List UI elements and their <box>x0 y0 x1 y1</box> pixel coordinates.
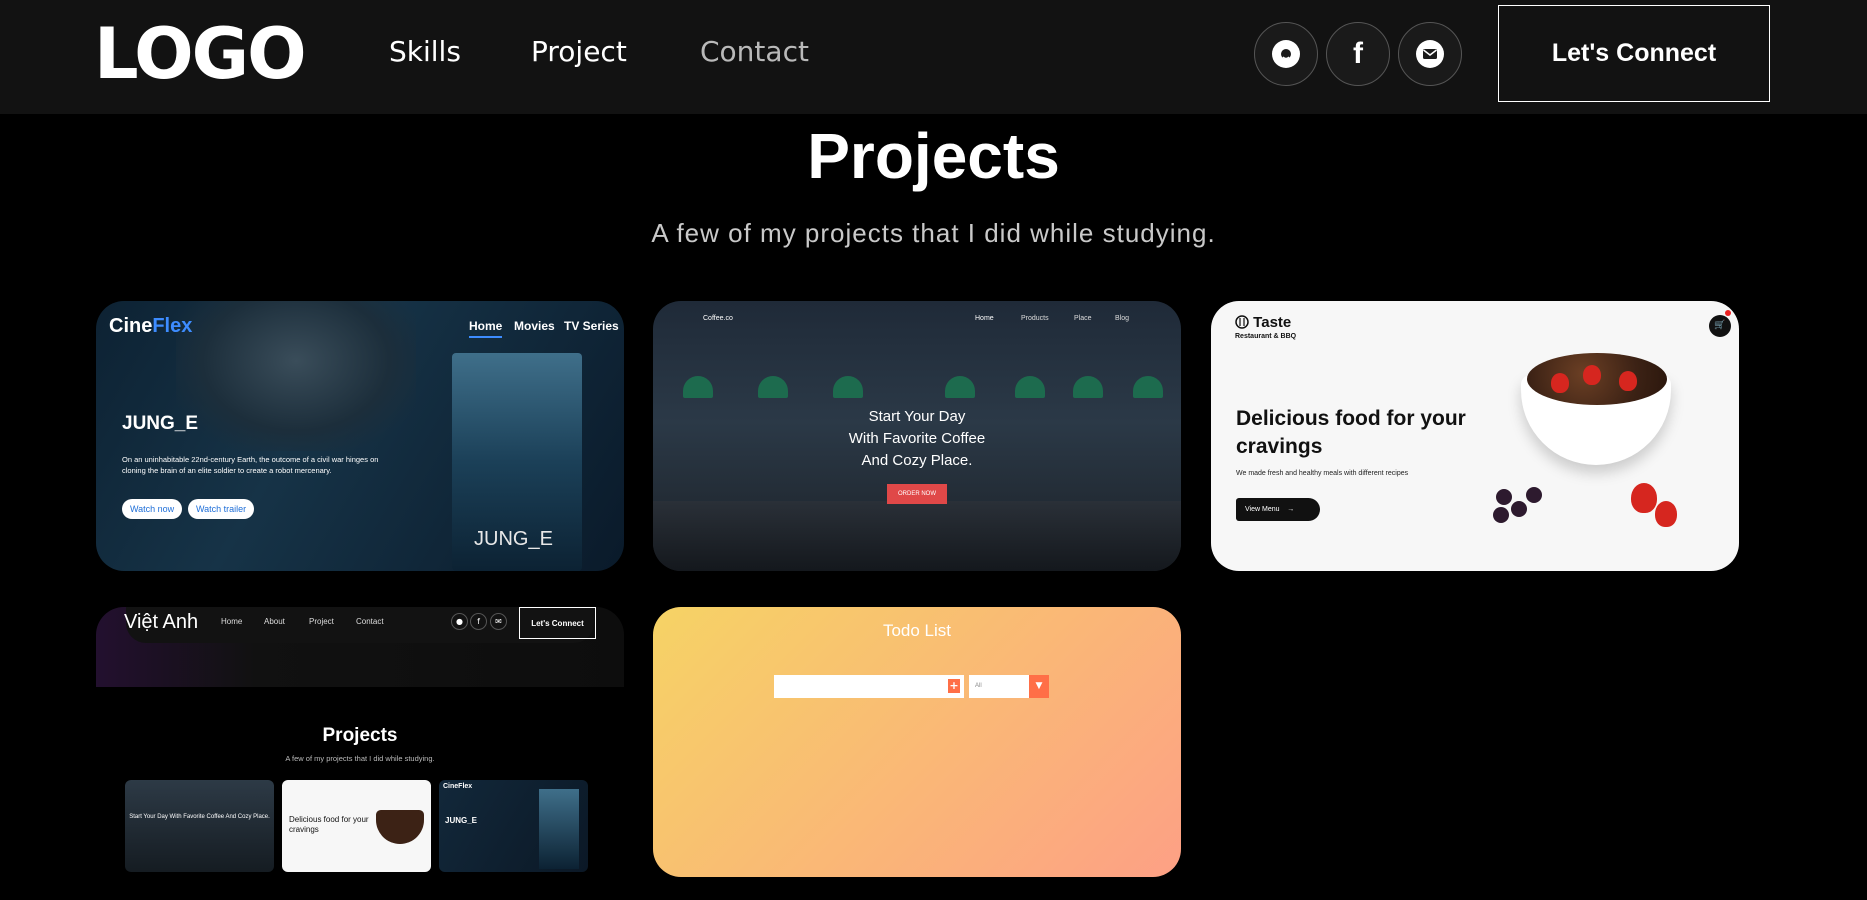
hero-image <box>176 301 416 451</box>
chevron-down-icon: ▼ <box>1029 675 1049 698</box>
github-icon <box>1272 40 1300 68</box>
mail-icon <box>1416 40 1444 68</box>
lamp-image <box>1073 376 1103 398</box>
watch-now-button: Watch now <box>122 499 183 519</box>
watch-trailer-button: Watch trailer <box>188 499 255 519</box>
coffee-logo: Coffee.co <box>703 315 733 322</box>
project-card-taste[interactable]: Taste Restaurant & BBQ 🛒 Delicious food … <box>1211 301 1739 571</box>
lamp-image <box>1015 376 1045 398</box>
coffee-bar-image <box>653 501 1181 571</box>
fork-knife-icon <box>1235 315 1249 329</box>
coffee-menu-home: Home <box>975 315 994 322</box>
lamp-image <box>1133 376 1163 398</box>
cineflex-menu-home: Home <box>469 319 503 338</box>
thumbnail-coffee: Start Your Day With Favorite Coffee And … <box>125 780 274 872</box>
project-card-todo[interactable]: Todo List + All ▼ <box>653 607 1181 877</box>
logo[interactable]: LOGO <box>94 14 307 94</box>
facebook-button[interactable]: f <box>1326 22 1390 86</box>
portfolio-menu-project: Project <box>309 617 334 626</box>
portfolio-title: Projects <box>322 725 398 746</box>
facebook-icon: f <box>1353 37 1363 70</box>
nav-link-contact[interactable]: Contact <box>700 34 809 70</box>
nav-link-project[interactable]: Project <box>531 34 627 70</box>
coffee-menu-blog: Blog <box>1115 315 1130 322</box>
berry-image <box>1493 507 1509 523</box>
berry-image <box>1511 501 1527 517</box>
todo-title: Todo List <box>882 621 952 640</box>
github-icon: ● <box>451 613 468 630</box>
add-icon: + <box>948 679 960 693</box>
taste-logo: Taste <box>1235 314 1291 331</box>
todo-filter-select: All <box>969 675 1029 698</box>
cineflex-menu-movies: Movies <box>514 319 555 333</box>
movie-title: JUNG_E <box>122 413 199 434</box>
lamp-image <box>758 376 788 398</box>
portfolio-subtitle: A few of my projects that I did while st… <box>285 754 435 763</box>
strawberry-image <box>1551 373 1569 393</box>
coffee-headline: Start Your Day With Favorite Coffee And … <box>848 408 986 469</box>
view-menu-button: View Menu → <box>1236 498 1320 521</box>
order-now-button: ORDER NOW <box>887 484 947 504</box>
taste-headline: Delicious food for your cravings <box>1236 407 1466 458</box>
lets-connect-button[interactable]: Let's Connect <box>1498 5 1770 102</box>
page-subtitle: A few of my projects that I did while st… <box>651 218 1216 248</box>
portfolio-connect-button: Let's Connect <box>519 607 596 639</box>
taste-tagline: Restaurant & BBQ <box>1235 333 1297 340</box>
strawberry-image <box>1631 483 1657 513</box>
lamp-image <box>833 376 863 398</box>
portfolio-menu-about: About <box>264 617 285 626</box>
poster-title: JUNG_E <box>474 528 553 550</box>
project-card-cineflex[interactable]: CineFlex Home Movies TV Series JUNG_E JU… <box>96 301 624 571</box>
todo-input <box>774 675 964 698</box>
project-card-portfolio[interactable]: Việt Anh Home About Project Contact ● f … <box>96 607 624 897</box>
github-button[interactable] <box>1254 22 1318 86</box>
navbar: LOGO Skills Project Contact f Let's Conn… <box>0 0 1867 114</box>
mail-button[interactable] <box>1398 22 1462 86</box>
berry-image <box>1496 489 1512 505</box>
strawberry-image <box>1583 365 1601 385</box>
thumbnail-taste: Delicious food for your cravings <box>282 780 431 872</box>
strawberry-image <box>1655 501 1677 527</box>
coffee-menu-products: Products <box>1021 315 1049 322</box>
portfolio-menu-contact: Contact <box>356 617 384 626</box>
cart-icon: 🛒 <box>1704 310 1736 342</box>
movie-description: On an uninhabitable 22nd-century Earth, … <box>122 455 379 475</box>
cineflex-logo: CineFlex <box>109 315 193 337</box>
lamp-image <box>683 376 713 398</box>
page-title: Projects <box>807 120 1060 192</box>
facebook-icon: f <box>470 613 487 630</box>
thumbnail-cineflex: CineFlex JUNG_E <box>439 780 588 872</box>
nav-link-skills[interactable]: Skills <box>389 34 461 70</box>
strawberry-image <box>1619 371 1637 391</box>
mail-icon: ✉ <box>490 613 507 630</box>
cineflex-menu-tv: TV Series <box>564 319 619 333</box>
taste-subtext: We made fresh and healthy meals with dif… <box>1236 470 1409 477</box>
lamp-image <box>945 376 975 398</box>
portfolio-logo: Việt Anh <box>124 611 199 633</box>
project-card-coffee[interactable]: Coffee.co Home Products Place Blog Start… <box>653 301 1181 571</box>
coffee-menu-place: Place <box>1074 315 1092 322</box>
berry-image <box>1526 487 1542 503</box>
portfolio-menu-home: Home <box>221 617 243 626</box>
cart-badge <box>1725 310 1731 316</box>
